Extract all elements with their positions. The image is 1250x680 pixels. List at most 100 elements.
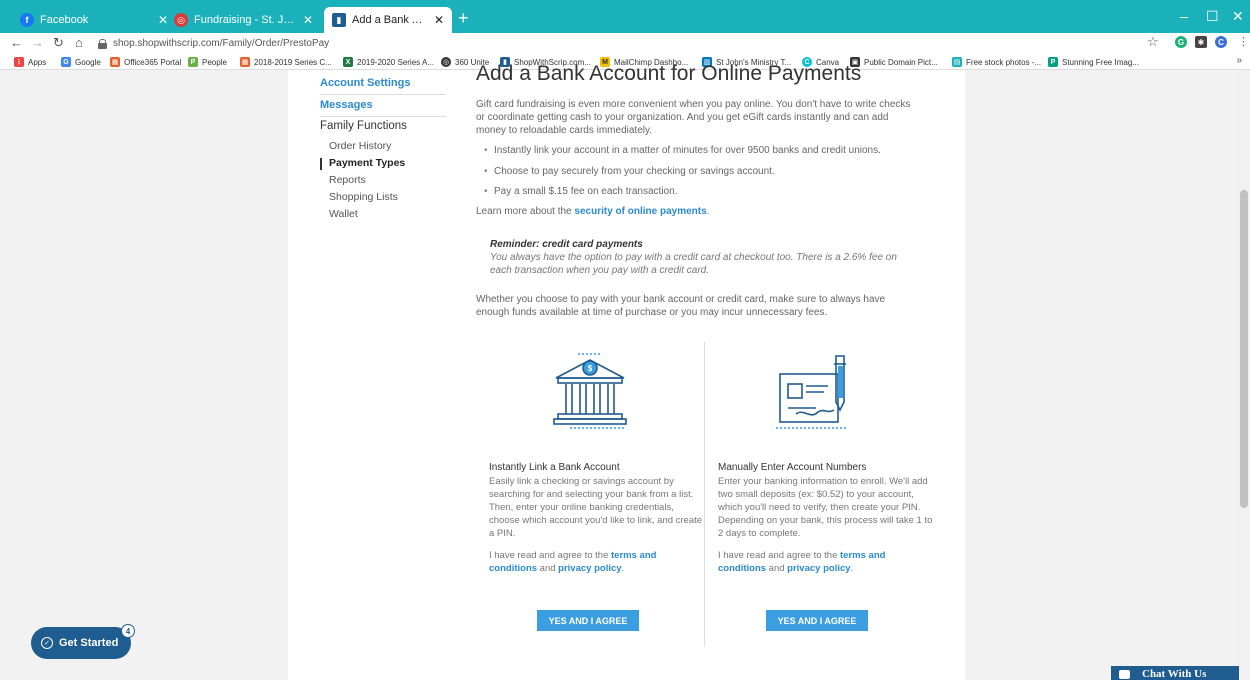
- benefit-bullet: Instantly link your account in a matter …: [484, 144, 881, 157]
- address-bar[interactable]: shop.shopwithscrip.com/Family/Order/Pres…: [98, 36, 1133, 51]
- bookmark-2018-2019[interactable]: ▦ 2018-2019 Series C...: [240, 57, 332, 67]
- forward-arrow-icon[interactable]: →: [31, 35, 44, 50]
- bookmark-label: Free stock photos -...: [966, 57, 1042, 67]
- bookmark-star-icon[interactable]: ☆: [1147, 34, 1159, 50]
- tab-add-bank-account[interactable]: ▮ Add a Bank Account for Online P ✕: [324, 7, 452, 33]
- menu-kebab-icon[interactable]: ⋮: [1238, 35, 1249, 48]
- url-text: shop.shopwithscrip.com/Family/Order/Pres…: [113, 38, 330, 49]
- new-tab-button[interactable]: +: [458, 9, 469, 27]
- learn-more-prefix: Learn more about the: [476, 206, 575, 217]
- tab-title: Facebook: [40, 14, 89, 26]
- sidebar-messages[interactable]: Messages: [320, 99, 373, 111]
- google-icon: G: [61, 57, 71, 67]
- security-link[interactable]: security of online payments: [574, 206, 706, 217]
- extensions-puzzle-icon[interactable]: ✱: [1195, 36, 1207, 48]
- tab-title: Add a Bank Account for Online P: [352, 14, 428, 26]
- bookmark-public-domain[interactable]: ▣ Public Domain Pict...: [850, 57, 938, 67]
- bookmark-people[interactable]: P People: [188, 57, 227, 67]
- bookmark-label: Google: [75, 57, 101, 67]
- sidebar-item-payment-types[interactable]: Payment Types: [329, 157, 405, 169]
- sidebar-account-settings[interactable]: Account Settings: [320, 77, 410, 89]
- apps-icon: ⋮: [14, 57, 24, 67]
- reload-icon[interactable]: ↻: [53, 35, 64, 51]
- bookmark-2019-2020[interactable]: X 2019-2020 Series A...: [343, 57, 434, 67]
- minimize-button[interactable]: –: [1180, 8, 1188, 24]
- manual-entry-agree-button[interactable]: YES AND I AGREE: [766, 610, 868, 631]
- sidebar-item-shopping-lists[interactable]: Shopping Lists: [329, 191, 398, 203]
- office-icon: ▦: [110, 57, 120, 67]
- benefit-bullet: Choose to pay securely from your checkin…: [484, 165, 775, 178]
- svg-text:$: $: [588, 364, 593, 373]
- agree-mid: and: [537, 563, 559, 574]
- bookmark-label: 2019-2020 Series A...: [357, 57, 434, 67]
- unite-icon: ◎: [441, 57, 451, 67]
- learn-more-suffix: .: [706, 206, 710, 217]
- current-page-indicator: [320, 158, 322, 170]
- bookmark-google[interactable]: G Google: [61, 57, 101, 67]
- option-manual-entry-text: Enter your banking information to enroll…: [718, 476, 933, 539]
- option-link-bank-agree: I have read and agree to the terms and c…: [489, 549, 705, 575]
- sidebar-item-order-history[interactable]: Order History: [329, 140, 391, 152]
- bookmark-label: Public Domain Pict...: [864, 57, 938, 67]
- page-title: Add a Bank Account for Online Payments: [476, 62, 862, 85]
- tab-facebook[interactable]: f Facebook ✕: [12, 7, 176, 33]
- sidebar-family-functions: Family Functions: [320, 120, 407, 132]
- bookmark-label: Apps: [28, 57, 47, 67]
- intro-text: Gift card fundraising is even more conve…: [476, 99, 911, 136]
- check-and-pen-icon: [776, 355, 846, 429]
- fundraising-icon: ◎: [174, 13, 188, 27]
- grammarly-extension-icon[interactable]: G: [1175, 36, 1187, 48]
- scrollbar-thumb[interactable]: [1240, 190, 1248, 508]
- bookmark-stunning-free[interactable]: P Stunning Free Imag...: [1048, 57, 1139, 67]
- facebook-icon: f: [20, 13, 34, 27]
- option-manual-entry-title: Manually Enter Account Numbers: [718, 462, 867, 473]
- bookmark-label: People: [202, 57, 227, 67]
- pexels-icon: P: [1048, 57, 1058, 67]
- chat-label: Chat With Us: [1142, 668, 1207, 680]
- option-link-bank-title: Instantly Link a Bank Account: [489, 462, 620, 473]
- bookmark-office365[interactable]: ▦ Office365 Portal: [110, 57, 181, 67]
- chat-bubble-icon: [1119, 669, 1130, 679]
- check-badge-icon: ✓: [41, 637, 53, 649]
- bank-building-icon: $: [553, 353, 627, 429]
- bookmarks-overflow-button[interactable]: »: [1236, 55, 1242, 66]
- excel-icon: X: [343, 57, 353, 67]
- photos-icon: ▤: [952, 57, 962, 67]
- reminder-text: You always have the option to pay with a…: [490, 252, 897, 276]
- lock-icon: [98, 38, 107, 49]
- browser-tab-strip: f Facebook ✕ ◎ Fundraising - St. John's …: [0, 0, 1250, 33]
- people-icon: P: [188, 57, 198, 67]
- close-icon[interactable]: ✕: [303, 13, 313, 27]
- agree-suffix: .: [621, 563, 625, 574]
- home-icon[interactable]: ⌂: [75, 35, 83, 50]
- close-icon[interactable]: ✕: [434, 13, 444, 27]
- back-arrow-icon[interactable]: ←: [10, 35, 23, 50]
- sidebar-divider: [320, 94, 446, 95]
- agree-mid: and: [766, 563, 788, 574]
- profile-avatar[interactable]: C: [1215, 36, 1227, 48]
- scrip-icon: ▮: [332, 13, 346, 27]
- tab-fundraising[interactable]: ◎ Fundraising - St. John's Lutheran ✕: [166, 7, 321, 33]
- benefit-bullet: Pay a small $.15 fee on each transaction…: [484, 185, 677, 198]
- sidebar-item-reports[interactable]: Reports: [329, 174, 366, 186]
- office-icon: ▦: [240, 57, 250, 67]
- bookmark-apps[interactable]: ⋮ Apps: [14, 57, 46, 67]
- maximize-button[interactable]: ☐: [1206, 8, 1219, 25]
- reminder-box: Reminder: credit card payments You alway…: [490, 238, 916, 277]
- bookmark-free-stock[interactable]: ▤ Free stock photos -...: [952, 57, 1041, 67]
- bookmark-label: 2018-2019 Series C...: [254, 57, 332, 67]
- whether-text: Whether you choose to pay with your bank…: [476, 294, 886, 318]
- privacy-link[interactable]: privacy policy: [787, 563, 850, 574]
- sidebar-divider: [320, 116, 446, 117]
- privacy-link[interactable]: privacy policy: [558, 563, 621, 574]
- page-panel: Account Settings Messages Family Functio…: [288, 62, 965, 680]
- option-manual-entry-agree: I have read and agree to the terms and c…: [718, 549, 934, 575]
- get-started-label: Get Started: [59, 637, 119, 649]
- close-window-button[interactable]: ✕: [1232, 8, 1244, 25]
- get-started-button[interactable]: ✓ Get Started: [31, 627, 131, 659]
- option-link-bank-text: Easily link a checking or savings accoun…: [489, 476, 703, 539]
- learn-more-text: Learn more about the security of online …: [476, 205, 916, 218]
- chat-with-us-button[interactable]: Chat With Us: [1111, 666, 1239, 680]
- link-bank-agree-button[interactable]: YES AND I AGREE: [537, 610, 639, 631]
- sidebar-item-wallet[interactable]: Wallet: [329, 208, 358, 220]
